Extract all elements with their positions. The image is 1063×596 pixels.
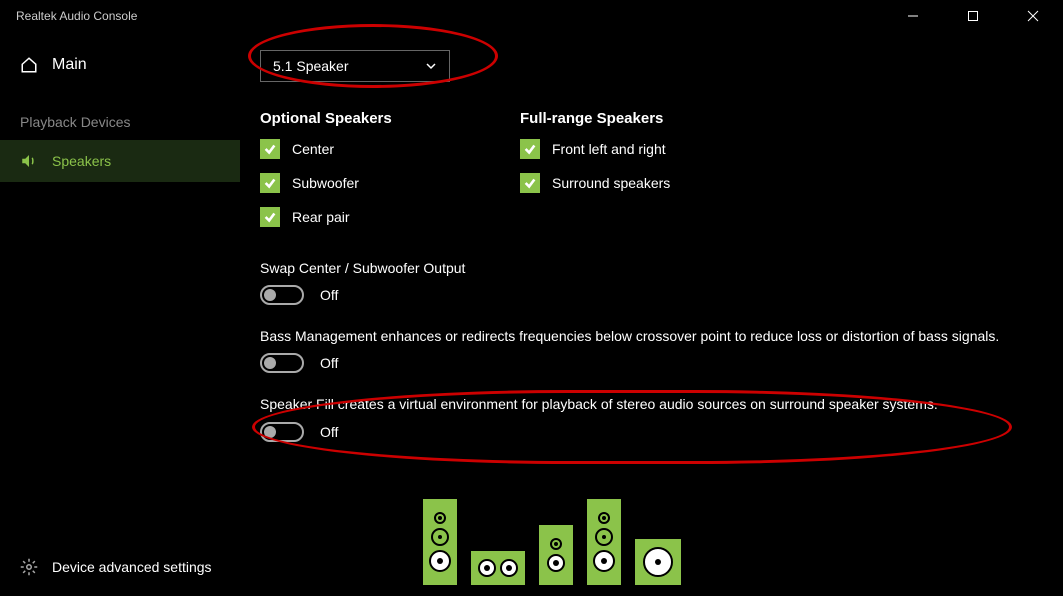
checkbox-surround-label: Surround speakers	[552, 175, 670, 191]
swap-toggle-state: Off	[320, 287, 338, 303]
fill-toggle[interactable]	[260, 422, 304, 442]
bass-setting-desc: Bass Management enhances or redirects fr…	[260, 327, 1043, 345]
checkbox-surround[interactable]	[520, 173, 540, 193]
speaker-layout-diagram	[420, 496, 684, 588]
checkbox-rear-pair-label: Rear pair	[292, 209, 350, 225]
maximize-button[interactable]	[953, 2, 993, 30]
fullrange-speakers-header: Full-range Speakers	[520, 110, 670, 127]
speaker-rear-left-icon[interactable]	[536, 522, 576, 588]
bass-toggle[interactable]	[260, 353, 304, 373]
fill-setting-desc: Speaker Fill creates a virtual environme…	[260, 395, 1043, 413]
checkbox-front-lr-label: Front left and right	[552, 141, 666, 157]
sidebar-item-speakers[interactable]: Speakers	[0, 140, 240, 182]
sidebar-item-advanced[interactable]: Device advanced settings	[0, 552, 232, 582]
checkbox-subwoofer-label: Subwoofer	[292, 175, 359, 191]
check-subwoofer: Subwoofer	[260, 173, 480, 193]
dropdown-selected: 5.1 Speaker	[273, 58, 349, 74]
check-rear-pair: Rear pair	[260, 207, 480, 227]
speaker-config-dropdown[interactable]: 5.1 Speaker	[260, 50, 450, 82]
bass-toggle-state: Off	[320, 355, 338, 371]
checkbox-subwoofer[interactable]	[260, 173, 280, 193]
checkbox-front-lr[interactable]	[520, 139, 540, 159]
app-title: Realtek Audio Console	[16, 9, 137, 23]
sidebar-main[interactable]: Main	[0, 50, 240, 80]
close-button[interactable]	[1013, 2, 1053, 30]
minimize-button[interactable]	[893, 2, 933, 30]
check-front-lr: Front left and right	[520, 139, 670, 159]
optional-speakers-header: Optional Speakers	[260, 110, 480, 127]
speaker-front-left-icon[interactable]	[420, 496, 460, 588]
check-surround: Surround speakers	[520, 173, 670, 193]
gear-icon	[20, 558, 38, 576]
sidebar-main-label: Main	[52, 56, 87, 74]
home-icon	[20, 56, 38, 74]
sidebar-advanced-label: Device advanced settings	[52, 559, 212, 575]
check-center: Center	[260, 139, 480, 159]
checkbox-center[interactable]	[260, 139, 280, 159]
sidebar-section-playback: Playback Devices	[0, 108, 240, 136]
speaker-center-icon[interactable]	[468, 548, 528, 588]
speaker-front-right-icon[interactable]	[584, 496, 624, 588]
checkbox-center-label: Center	[292, 141, 334, 157]
speaker-subwoofer-icon[interactable]	[632, 536, 684, 588]
swap-toggle[interactable]	[260, 285, 304, 305]
checkbox-rear-pair[interactable]	[260, 207, 280, 227]
sidebar-item-label: Speakers	[52, 153, 111, 169]
swap-setting-desc: Swap Center / Subwoofer Output	[260, 259, 1043, 277]
chevron-down-icon	[425, 60, 437, 72]
fill-toggle-state: Off	[320, 424, 338, 440]
speaker-icon	[20, 152, 38, 170]
